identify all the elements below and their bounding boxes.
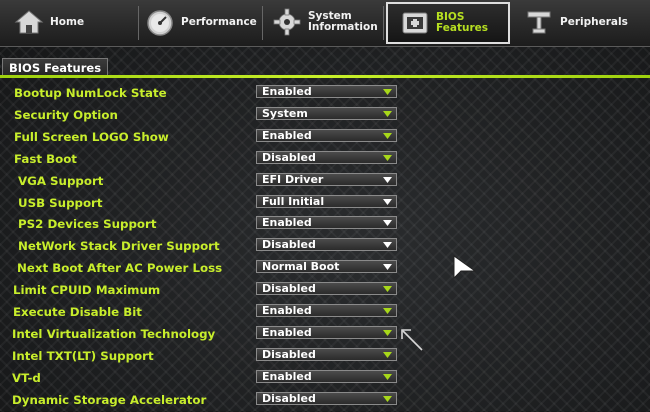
setting-row-usb-support[interactable]: USB Support Full Initial xyxy=(0,193,650,215)
setting-label: Intel Virtualization Technology xyxy=(12,327,216,341)
setting-row-limit-cpuid-maximum[interactable]: Limit CPUID Maximum Disabled xyxy=(0,280,650,302)
chevron-down-icon xyxy=(382,88,392,96)
bios-chip-icon xyxy=(398,8,432,38)
setting-value: Enabled xyxy=(262,85,312,98)
chevron-down-icon xyxy=(382,219,392,227)
setting-dropdown[interactable]: Normal Boot xyxy=(256,260,397,273)
setting-dropdown[interactable]: System xyxy=(256,107,397,120)
setting-value: Enabled xyxy=(262,370,312,383)
tab-peripherals[interactable]: Peripherals xyxy=(522,2,642,42)
setting-dropdown[interactable]: Disabled xyxy=(256,392,397,405)
home-icon xyxy=(12,7,46,37)
setting-dropdown[interactable]: Disabled xyxy=(256,348,397,361)
setting-label: Intel TXT(LT) Support xyxy=(12,349,154,363)
setting-dropdown[interactable]: Enabled xyxy=(256,304,397,317)
setting-label: Limit CPUID Maximum xyxy=(13,283,161,297)
setting-row-vt-d[interactable]: VT-d Enabled xyxy=(0,368,650,390)
setting-label: NetWork Stack Driver Support xyxy=(18,239,220,253)
setting-row-intel-txt-lt-support[interactable]: Intel TXT(LT) Support Disabled xyxy=(0,346,650,368)
setting-label: USB Support xyxy=(18,196,103,210)
setting-value: Disabled xyxy=(262,392,316,405)
setting-label: Next Boot After AC Power Loss xyxy=(17,261,223,275)
section-divider xyxy=(0,75,650,78)
setting-label: Fast Boot xyxy=(14,152,77,166)
chevron-down-icon xyxy=(382,241,392,249)
setting-row-vga-support[interactable]: VGA Support EFI Driver xyxy=(0,171,650,193)
tab-divider xyxy=(138,6,139,40)
setting-dropdown[interactable]: Full Initial xyxy=(256,195,397,208)
setting-dropdown[interactable]: Enabled xyxy=(256,370,397,383)
setting-dropdown[interactable]: Enabled xyxy=(256,85,397,98)
setting-label: Execute Disable Bit xyxy=(13,305,142,319)
tab-divider xyxy=(262,6,263,40)
tab-home-label: Home xyxy=(50,15,85,28)
gear-icon xyxy=(270,7,304,37)
setting-value: Disabled xyxy=(262,348,316,361)
setting-row-execute-disable-bit[interactable]: Execute Disable Bit Enabled xyxy=(0,302,650,324)
setting-value: Enabled xyxy=(262,129,312,142)
top-navigation: Home Performance System Information BIOS… xyxy=(0,0,650,47)
setting-value: Enabled xyxy=(262,326,312,339)
tab-peripherals-label: Peripherals xyxy=(560,15,628,28)
setting-row-ps2-devices-support[interactable]: PS2 Devices Support Enabled xyxy=(0,214,650,236)
chevron-down-icon xyxy=(382,395,392,403)
setting-label: VT-d xyxy=(12,371,41,385)
setting-row-next-boot-after-ac-power-loss[interactable]: Next Boot After AC Power Loss Normal Boo… xyxy=(0,258,650,280)
setting-row-security-option[interactable]: Security Option System xyxy=(0,105,650,127)
tab-bios-features-label: BIOS Features xyxy=(436,11,488,34)
setting-label: Bootup NumLock State xyxy=(14,86,167,100)
chevron-down-icon xyxy=(382,176,392,184)
setting-row-dynamic-storage-accelerator[interactable]: Dynamic Storage Accelerator Disabled xyxy=(0,390,650,412)
tab-system-information-label: System Information xyxy=(308,10,378,33)
setting-dropdown[interactable]: Disabled xyxy=(256,238,397,251)
setting-dropdown[interactable]: Enabled xyxy=(256,216,397,229)
chevron-down-icon xyxy=(382,307,392,315)
tab-home[interactable]: Home xyxy=(12,2,92,42)
annotation-arrow-icon xyxy=(401,329,423,351)
peripherals-icon xyxy=(522,7,556,37)
chevron-down-icon xyxy=(382,132,392,140)
speedometer-icon xyxy=(143,7,177,37)
setting-value: EFI Driver xyxy=(262,173,324,186)
setting-label: Full Screen LOGO Show xyxy=(14,130,169,144)
tab-performance[interactable]: Performance xyxy=(143,2,258,42)
setting-row-fast-boot[interactable]: Fast Boot Disabled xyxy=(0,149,650,171)
setting-dropdown[interactable]: Disabled xyxy=(256,282,397,295)
setting-value: Enabled xyxy=(262,304,312,317)
setting-dropdown[interactable]: Disabled xyxy=(256,151,397,164)
setting-label: Security Option xyxy=(14,108,118,122)
setting-value: Disabled xyxy=(262,238,316,251)
chevron-down-icon xyxy=(382,110,392,118)
setting-value: System xyxy=(262,107,308,120)
setting-dropdown[interactable]: Enabled xyxy=(256,129,397,142)
mouse-pointer-icon xyxy=(453,255,477,280)
setting-dropdown[interactable]: EFI Driver xyxy=(256,173,397,186)
setting-label: PS2 Devices Support xyxy=(18,217,157,231)
setting-row-network-stack-driver-support[interactable]: NetWork Stack Driver Support Disabled xyxy=(0,236,650,258)
chevron-down-icon xyxy=(382,154,392,162)
setting-value: Disabled xyxy=(262,151,316,164)
setting-value: Enabled xyxy=(262,216,312,229)
setting-value: Normal Boot xyxy=(262,260,340,273)
chevron-down-icon xyxy=(382,263,392,271)
chevron-down-icon xyxy=(382,373,392,381)
chevron-down-icon xyxy=(382,198,392,206)
chevron-down-icon xyxy=(382,285,392,293)
setting-value: Full Initial xyxy=(262,195,325,208)
tab-performance-label: Performance xyxy=(181,15,257,28)
tab-bios-features[interactable]: BIOS Features xyxy=(386,2,510,44)
setting-label: VGA Support xyxy=(18,174,104,188)
setting-dropdown[interactable]: Enabled xyxy=(256,326,397,339)
setting-row-bootup-numlock-state[interactable]: Bootup NumLock State Enabled xyxy=(0,83,650,105)
setting-value: Disabled xyxy=(262,282,316,295)
setting-row-intel-virtualization-technology[interactable]: Intel Virtualization Technology Enabled xyxy=(0,324,650,346)
setting-row-full-screen-logo-show[interactable]: Full Screen LOGO Show Enabled xyxy=(0,127,650,149)
tab-divider xyxy=(383,6,384,40)
setting-label: Dynamic Storage Accelerator xyxy=(12,393,207,407)
tab-system-information[interactable]: System Information xyxy=(270,2,380,42)
chevron-down-icon xyxy=(382,329,392,337)
chevron-down-icon xyxy=(382,351,392,359)
